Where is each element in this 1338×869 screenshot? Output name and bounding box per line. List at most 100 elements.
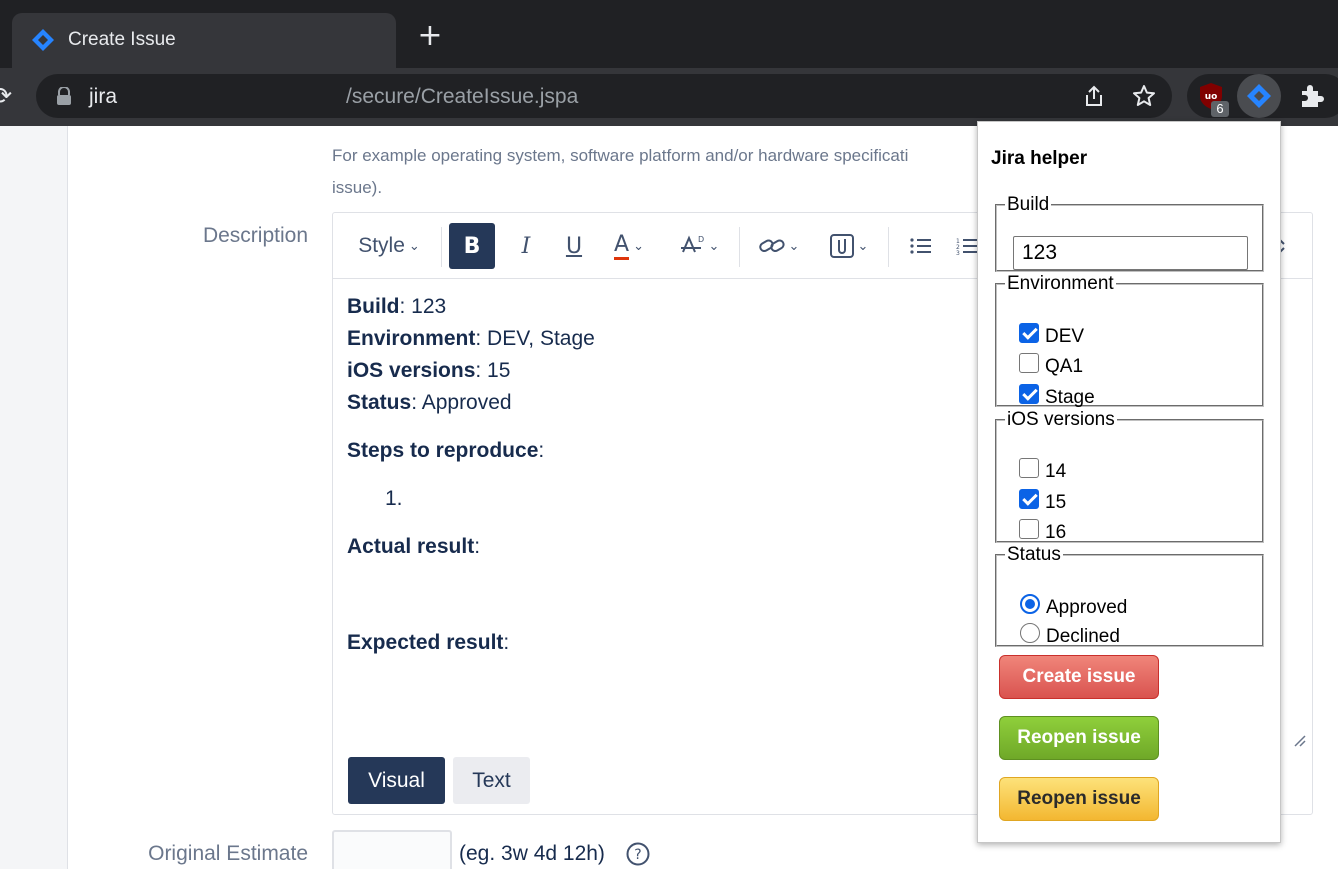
share-icon[interactable] [1082,84,1106,108]
environment-option-stage[interactable]: Stage [1019,384,1095,410]
url-host: jira [89,85,118,108]
checkbox-dev[interactable] [1019,323,1039,343]
link-button[interactable]: ⌄ [751,223,807,269]
ios-option-16[interactable]: 16 [1019,519,1067,545]
jira-favicon-icon [32,29,54,51]
checkbox-qa1[interactable] [1019,353,1039,373]
ios-option-15[interactable]: 15 [1019,489,1066,515]
browser-tab[interactable]: Create Issue [12,13,396,69]
status-line: Status: Approved [347,387,967,419]
help-question-icon[interactable]: ? [626,842,650,866]
environment-line-value: : DEV, Stage [475,327,595,350]
browser-toolbar: ⟳ jira /secure/CreateIssue.jspa uo 6 [0,68,1338,126]
environment-line: Environment: DEV, Stage [347,323,967,355]
numbered-list-icon: 123 [956,238,977,255]
clear-format-icon: D [680,235,704,253]
status-fieldset: Status Approved Declined [995,544,1264,647]
radio-approved[interactable] [1020,594,1040,614]
style-dropdown[interactable]: Style ⌄ [347,223,431,269]
checkbox-stage[interactable] [1019,384,1039,404]
jira-helper-extension-icon[interactable] [1237,74,1281,118]
step-list-item: 1. [385,487,403,510]
environment-legend: Environment [1007,273,1114,294]
environment-option-qa1[interactable]: QA1 [1019,353,1084,379]
reopen-issue-button-green[interactable]: Reopen issue [999,716,1159,760]
expected-result-heading: Expected result: [347,627,967,659]
checkbox-ios-15[interactable] [1019,489,1039,509]
expected-result-suffix: : [503,631,510,654]
description-label: Description [202,224,308,247]
svg-text:D: D [698,235,704,244]
chevron-down-icon: ⌄ [857,238,869,254]
left-navigation-strip [0,126,68,869]
text-mode-button[interactable]: Text [453,757,530,804]
ios-versions-line: iOS versions: 15 [347,355,967,387]
popup-title: Jira helper [991,148,1088,169]
reload-icon[interactable]: ⟳ [0,82,14,110]
build-line-value: : 123 [399,295,447,318]
option-label-stage: Stage [1045,387,1095,408]
steps-heading: Steps to reproduce: [347,435,967,467]
chevron-down-icon: ⌄ [408,238,420,253]
checkbox-ios-16[interactable] [1019,519,1039,539]
actual-result-suffix: : [474,535,481,558]
resize-handle-icon[interactable] [1292,733,1306,747]
attachment-icon [829,234,854,258]
status-line-value: : Approved [411,391,512,414]
text-color-button[interactable]: A ⌄ [599,223,659,269]
extensions-puzzle-icon[interactable] [1299,83,1325,109]
option-label-qa1: QA1 [1045,356,1084,377]
actual-result-heading: Actual result: [347,531,967,563]
bullet-list-icon [910,238,931,254]
build-input[interactable]: 123 [1013,236,1248,270]
ios-option-14[interactable]: 14 [1019,458,1066,484]
address-bar[interactable]: jira /secure/CreateIssue.jspa [36,74,1172,118]
bookmark-star-icon[interactable] [1132,84,1156,108]
environment-line-label: Environment [347,327,476,350]
status-option-declined[interactable]: Declined [1020,623,1120,649]
status-option-approved[interactable]: Approved [1020,594,1128,620]
chevron-down-icon: ⌄ [788,238,800,254]
build-legend: Build [1007,194,1050,215]
environment-fieldset: Environment DEV QA1 Stage [995,273,1264,410]
italic-button[interactable]: I [503,223,549,269]
option-label-declined: Declined [1046,626,1120,647]
clear-format-button[interactable]: D ⌄ [671,223,727,269]
create-issue-button[interactable]: Create issue [999,655,1159,699]
new-tab-button[interactable]: + [416,21,444,51]
radio-declined[interactable] [1020,623,1040,643]
build-fieldset: Build 123 [995,194,1264,272]
checkbox-ios-14[interactable] [1019,458,1039,478]
option-label-ios-16: 16 [1045,522,1067,543]
reopen-issue-button-yellow[interactable]: Reopen issue [999,777,1159,821]
toolbar-divider [441,227,442,267]
chevron-down-icon: ⌄ [633,238,644,254]
visual-mode-button[interactable]: Visual [348,757,445,804]
jira-helper-popup: Jira helper Build 123 Environment DEV QA… [977,121,1281,843]
ios-versions-line-label: iOS versions [347,359,476,382]
ios-versions-line-value: : 15 [475,359,511,382]
bold-button[interactable]: B [449,223,495,269]
text-color-label: A [614,232,630,260]
build-line: Build: 123 [347,291,967,323]
attachment-button[interactable]: ⌄ [821,223,877,269]
option-label-approved: Approved [1046,597,1128,618]
extensions-area: uo 6 [1187,74,1338,118]
environment-option-dev[interactable]: DEV [1019,323,1084,349]
actual-result-label: Actual result [347,535,475,558]
original-estimate-input[interactable] [332,830,452,869]
environment-help-line-2: issue). [332,178,383,197]
steps-heading-suffix: : [538,439,545,462]
toolbar-divider [739,227,740,267]
lock-icon[interactable] [56,86,72,105]
editor-content[interactable]: Build: 123 Environment: DEV, Stage iOS v… [347,291,967,659]
ios-versions-legend: iOS versions [1007,409,1115,430]
original-estimate-label: Original Estimate [148,842,308,865]
bullet-list-button[interactable] [901,223,941,269]
environment-help-text: For example operating system, software p… [332,140,982,204]
url-path: /secure/CreateIssue.jspa [346,85,579,108]
browser-tab-bar: Create Issue + [0,0,1338,69]
ios-versions-fieldset: iOS versions 14 15 16 [995,409,1264,543]
svg-text:3: 3 [956,250,960,255]
underline-button[interactable]: U [551,223,597,269]
